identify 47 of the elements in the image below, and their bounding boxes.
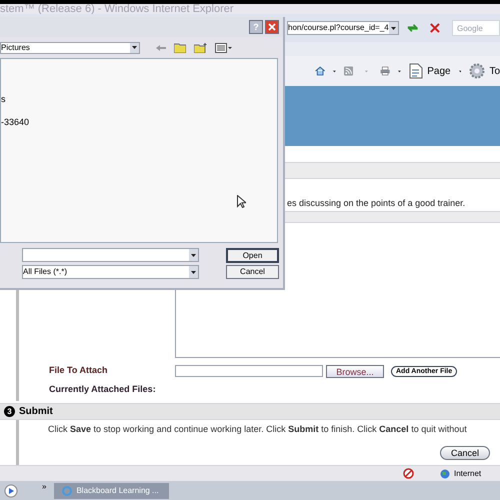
search-field[interactable]: Google (452, 20, 500, 36)
page-icon (409, 63, 424, 79)
close-icon (268, 23, 276, 31)
address-field[interactable]: hon/course.pl?course_id=_4 (287, 21, 399, 35)
cancel-button[interactable]: Cancel (440, 446, 490, 460)
caret-icon[interactable] (458, 70, 462, 72)
dropdown-button[interactable] (189, 249, 198, 261)
caret-icon (132, 46, 137, 49)
close-button[interactable] (265, 20, 279, 34)
zone-text: Internet (454, 468, 482, 480)
new-folder-icon[interactable] (194, 42, 207, 52)
browser-icon (62, 486, 72, 496)
caret-icon[interactable] (333, 70, 336, 72)
window-title-bar: stem™ (Release 6) - Windows Internet Explorer (0, 4, 500, 14)
cancel-button[interactable]: Cancel (226, 265, 279, 279)
blocked-icon (403, 468, 414, 479)
chevron-button[interactable]: » (42, 481, 46, 493)
media-player-icon[interactable] (4, 484, 18, 498)
browse-button[interactable]: Browse... (326, 364, 384, 378)
file-item[interactable]: -33640 (1, 118, 277, 127)
refresh-icon[interactable] (406, 23, 418, 33)
caret-icon (191, 270, 196, 274)
file-type-dropdown[interactable]: All Files (*.*) (22, 265, 199, 279)
dropdown-button[interactable] (388, 22, 398, 34)
file-item[interactable]: s (1, 95, 277, 104)
step-number-badge: 3 (4, 406, 15, 417)
stop-icon[interactable] (430, 22, 440, 34)
description-text: es discussing on the points of a good trainer. (287, 198, 466, 209)
look-in-dropdown[interactable]: Pictures (0, 42, 140, 54)
section-title: Submit (19, 405, 53, 419)
attached-files-label: Currently Attached Files: (49, 383, 157, 396)
mouse-cursor-icon (237, 195, 246, 208)
file-attach-label: File To Attach (49, 364, 108, 378)
instructions-text: Click Save to stop working and continue working later. Click Submit to finish. Click Cancel to quit without (48, 423, 468, 436)
caret-icon[interactable] (398, 70, 402, 72)
gear-icon (469, 63, 486, 79)
caret-icon (390, 26, 396, 30)
globe-icon (440, 468, 450, 478)
dropdown-button[interactable] (130, 42, 139, 52)
view-menu-icon[interactable] (215, 42, 232, 52)
caret-icon (191, 254, 196, 256)
page-menu-button[interactable]: Page (409, 63, 451, 79)
file-name-field[interactable] (22, 248, 199, 262)
open-button[interactable]: Open (226, 248, 279, 263)
dropdown-button[interactable] (189, 266, 198, 278)
tools-menu-button[interactable]: To (469, 63, 500, 79)
file-path-field[interactable] (175, 365, 323, 377)
